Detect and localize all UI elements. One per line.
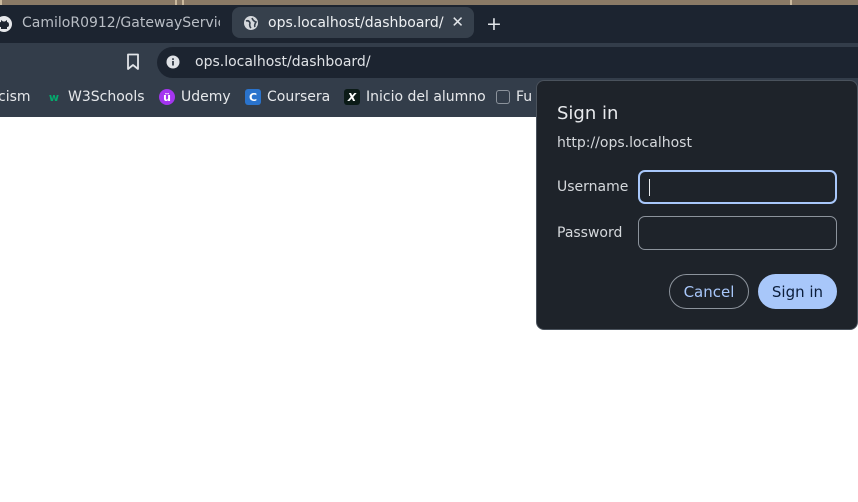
bookmark-inicio-alumno[interactable]: X Inicio del alumno bbox=[344, 89, 486, 105]
close-tab-icon[interactable]: ✕ bbox=[451, 13, 464, 31]
password-field[interactable] bbox=[638, 216, 837, 250]
coursera-icon: C bbox=[245, 89, 261, 105]
bookmark-udemy[interactable]: ü Udemy bbox=[159, 89, 231, 105]
address-bar[interactable]: ops.localhost/dashboard/ bbox=[157, 47, 858, 78]
sign-in-button[interactable]: Sign in bbox=[758, 274, 837, 309]
browser-toolbar: ops.localhost/dashboard/ bbox=[0, 43, 858, 81]
bookmark-item[interactable]: Fu bbox=[496, 89, 532, 105]
bookmark-label: Udemy bbox=[181, 89, 231, 105]
bookmark-label: Coursera bbox=[267, 89, 331, 105]
address-text[interactable]: ops.localhost/dashboard/ bbox=[195, 54, 371, 70]
new-tab-button[interactable]: + bbox=[486, 13, 502, 35]
bookmark-label: cism bbox=[0, 89, 31, 105]
bookmark-label: W3Schools bbox=[68, 89, 145, 105]
bookmark-label: Fu bbox=[516, 89, 533, 105]
page-icon bbox=[496, 90, 510, 104]
password-label: Password bbox=[557, 225, 623, 241]
tab-github[interactable]: CamiloR0912/GatewayServic bbox=[0, 7, 220, 38]
username-label: Username bbox=[557, 179, 629, 195]
site-info-icon[interactable] bbox=[166, 55, 180, 69]
dialog-origin: http://ops.localhost bbox=[557, 135, 692, 151]
bookmark-label: Inicio del alumno bbox=[366, 89, 486, 105]
tab-dashboard[interactable]: ops.localhost/dashboard/ ✕ bbox=[232, 7, 474, 38]
bookmark-w3schools[interactable]: w W3Schools bbox=[46, 89, 145, 105]
bookmark-coursera[interactable]: C Coursera bbox=[245, 89, 330, 105]
tab-strip: CamiloR0912/GatewayServic ops.localhost/… bbox=[0, 5, 858, 43]
bookmark-icon[interactable] bbox=[125, 53, 141, 71]
dialog-title: Sign in bbox=[557, 103, 619, 124]
github-icon bbox=[0, 16, 12, 32]
tab-label: CamiloR0912/GatewayServic bbox=[22, 14, 220, 31]
bookmark-item[interactable]: cism bbox=[0, 89, 31, 105]
sign-in-dialog: Sign in http://ops.localhost Username Pa… bbox=[536, 80, 858, 330]
w3schools-icon: w bbox=[48, 90, 60, 104]
username-field[interactable] bbox=[638, 170, 837, 204]
tab-label: ops.localhost/dashboard/ bbox=[268, 14, 444, 31]
cancel-button[interactable]: Cancel bbox=[669, 274, 749, 309]
globe-icon bbox=[244, 15, 258, 30]
x-icon: X bbox=[344, 89, 360, 105]
udemy-icon: ü bbox=[159, 89, 175, 105]
text-caret bbox=[649, 179, 650, 196]
